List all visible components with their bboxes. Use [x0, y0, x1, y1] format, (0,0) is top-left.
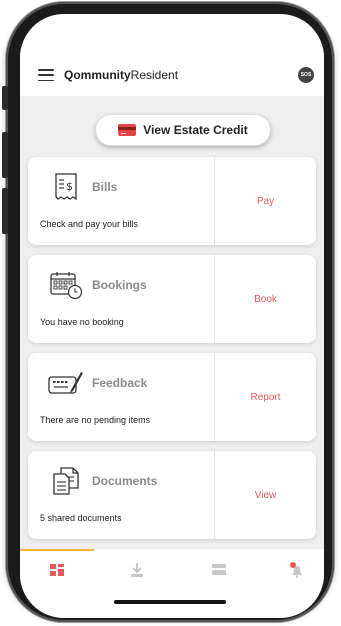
- volume-up-button: [2, 132, 8, 178]
- feedback-card-main[interactable]: Feedback There are no pending items: [28, 353, 214, 441]
- credit-card-icon: [118, 124, 137, 136]
- app-header: QommunityResident SOS: [20, 54, 324, 96]
- active-tab-indicator: [20, 549, 94, 551]
- bookings-title: Bookings: [92, 278, 147, 292]
- feedback-description: There are no pending items: [40, 415, 151, 425]
- credit-button-label: View Estate Credit: [143, 123, 248, 137]
- home-indicator[interactable]: [114, 600, 226, 604]
- feedback-title: Feedback: [92, 376, 148, 390]
- keyboard-pen-icon: [44, 366, 88, 400]
- notifications-icon[interactable]: [282, 559, 312, 581]
- volume-down-button: [2, 188, 8, 234]
- bookings-card-main[interactable]: Bookings You have no booking: [28, 255, 214, 343]
- documents-icon: [44, 464, 88, 498]
- view-documents-button[interactable]: View: [214, 451, 316, 539]
- dashboard-icon[interactable]: [42, 559, 72, 581]
- mute-switch: [2, 86, 8, 110]
- app-screen: QommunityResident SOS View Estate Credit…: [20, 14, 324, 618]
- service-cards: $ Bills Check and pay your bills Pay Boo…: [28, 157, 316, 549]
- sos-button[interactable]: SOS: [298, 67, 314, 83]
- bottom-tab-bar: [20, 548, 324, 618]
- bills-card-main[interactable]: $ Bills Check and pay your bills: [28, 157, 214, 245]
- documents-title: Documents: [92, 474, 158, 488]
- report-button[interactable]: Report: [214, 353, 316, 441]
- status-bar: [20, 14, 324, 58]
- svg-text:$: $: [66, 180, 73, 193]
- bills-description: Check and pay your bills: [40, 219, 139, 229]
- documents-card[interactable]: Documents 5 shared documents View: [28, 451, 316, 539]
- bookings-description: You have no booking: [40, 317, 124, 327]
- book-button[interactable]: Book: [214, 255, 316, 343]
- brand-rest: Resident: [130, 68, 179, 82]
- calendar-clock-icon: [44, 268, 88, 302]
- feedback-card[interactable]: Feedback There are no pending items Repo…: [28, 353, 316, 441]
- bookings-card[interactable]: Bookings You have no booking Book: [28, 255, 316, 343]
- pay-button[interactable]: Pay: [214, 157, 316, 245]
- documents-description: 5 shared documents: [40, 513, 122, 523]
- receipt-dollar-icon: $: [44, 170, 88, 204]
- messages-icon[interactable]: [204, 559, 234, 581]
- menu-icon[interactable]: [38, 69, 54, 81]
- view-estate-credit-button[interactable]: View Estate Credit: [95, 114, 271, 146]
- app-brand: QommunityResident: [64, 68, 298, 82]
- documents-card-main[interactable]: Documents 5 shared documents: [28, 451, 214, 539]
- bills-card[interactable]: $ Bills Check and pay your bills Pay: [28, 157, 316, 245]
- bills-title: Bills: [92, 180, 118, 194]
- brand-bold: Qommunity: [64, 68, 131, 82]
- download-icon[interactable]: [122, 559, 152, 581]
